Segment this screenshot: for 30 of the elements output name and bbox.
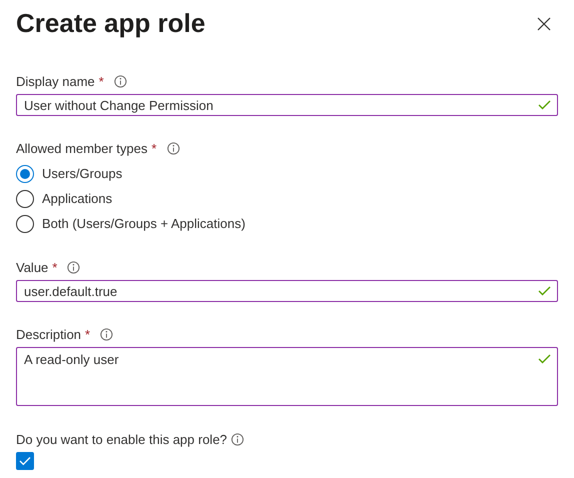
option-label: Applications	[42, 191, 112, 206]
option-label: Both (Users/Groups + Applications)	[42, 216, 246, 231]
field-label: Do you want to enable this app role?	[16, 432, 228, 446]
required-mark: *	[98, 74, 104, 88]
required-mark: *	[152, 140, 157, 156]
input-field[interactable]: user.default.true	[16, 280, 558, 302]
checkmark-icon	[538, 100, 551, 110]
field-label: Display name	[16, 74, 95, 88]
option-label: Users/Groups	[42, 166, 122, 181]
info-icon[interactable]	[114, 74, 127, 88]
checkbox[interactable]	[16, 452, 34, 470]
required-mark: *	[85, 326, 90, 342]
radio-button[interactable]	[16, 164, 34, 182]
panel-title: Create app role	[16, 8, 206, 39]
radio-button[interactable]	[16, 214, 34, 232]
field-label: Allowed member types	[16, 140, 148, 156]
info-icon[interactable]	[231, 432, 244, 446]
field-label: Value	[16, 260, 48, 274]
radio-button[interactable]	[16, 190, 34, 208]
input-field[interactable]: User without Change Permission	[16, 94, 558, 116]
info-icon[interactable]	[67, 260, 80, 274]
checkmark-icon	[19, 456, 31, 466]
info-icon[interactable]	[100, 328, 114, 340]
info-icon[interactable]	[166, 142, 180, 154]
close-icon[interactable]	[536, 16, 552, 32]
description-field[interactable]: A read-only user	[16, 347, 558, 406]
checkmark-icon	[538, 286, 551, 296]
required-mark: *	[52, 260, 58, 274]
checkmark-icon	[538, 354, 551, 364]
field-label: Description	[16, 326, 82, 342]
